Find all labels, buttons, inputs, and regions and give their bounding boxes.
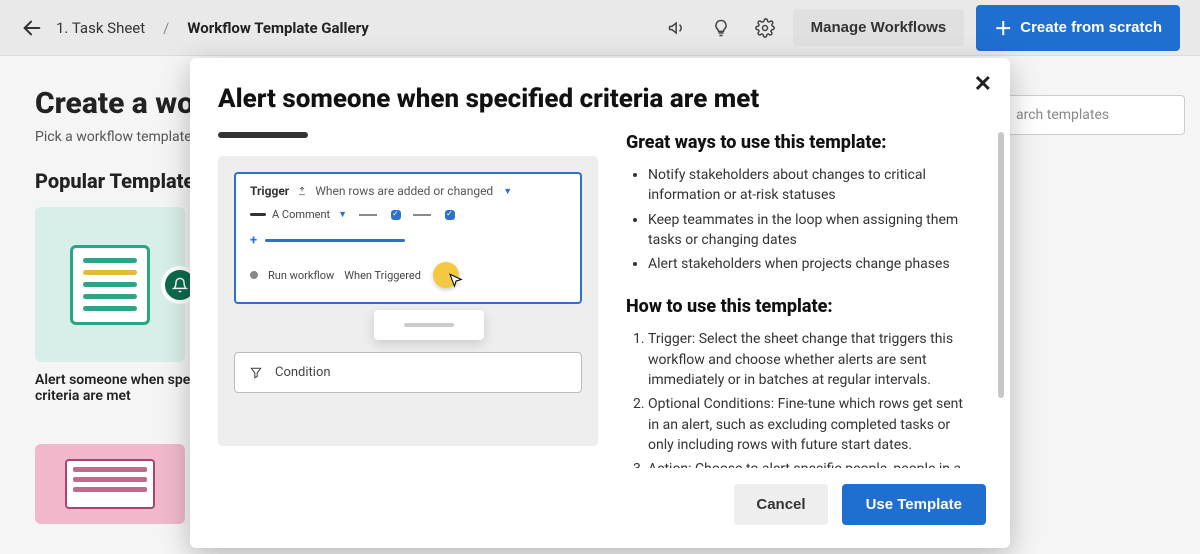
how-to-heading: How to use this template: (626, 296, 968, 317)
trigger-label: Trigger (250, 184, 289, 198)
chevron-down-icon: ▼ (503, 186, 512, 197)
list-item: Action: Choose to alert specific people,… (648, 459, 968, 468)
filter-icon (249, 366, 263, 380)
list-item: Trigger: Select the sheet change that tr… (648, 329, 968, 390)
template-card2-graphic (65, 459, 155, 509)
list-item: Alert stakeholders when projects change … (648, 254, 968, 274)
close-icon[interactable]: ✕ (974, 72, 992, 97)
search-input[interactable]: arch templates (1005, 95, 1185, 135)
checkbox-icon (445, 210, 455, 220)
condition-block: Condition (234, 352, 582, 393)
template-card-alert[interactable] (35, 207, 185, 362)
dropdown-popup (374, 310, 484, 340)
run-workflow-label: Run workflow (268, 269, 334, 282)
gear-icon[interactable] (749, 12, 781, 44)
template-description: Great ways to use this template: Notify … (626, 132, 982, 468)
cursor-highlight-icon (433, 262, 459, 288)
search-placeholder: arch templates (1016, 107, 1109, 123)
megaphone-icon[interactable] (661, 12, 693, 44)
plus-icon: + (250, 233, 257, 248)
list-item: Keep teammates in the loop when assignin… (648, 210, 968, 251)
breadcrumb-item-task-sheet[interactable]: 1. Task Sheet (56, 19, 145, 37)
template-card-secondary[interactable] (35, 444, 185, 524)
lightbulb-icon[interactable] (705, 12, 737, 44)
list-item: Notify stakeholders about changes to cri… (648, 165, 968, 206)
template-card-graphic (70, 245, 150, 325)
scrollbar[interactable] (998, 132, 1004, 398)
great-ways-list: Notify stakeholders about changes to cri… (626, 165, 968, 274)
great-ways-heading: Great ways to use this template: (626, 132, 968, 153)
create-from-scratch-button[interactable]: ＋ Create from scratch (976, 5, 1180, 51)
trigger-block: Trigger When rows are added or changed ▼… (234, 172, 582, 304)
checkbox-icon (391, 210, 401, 220)
manage-workflows-button[interactable]: Manage Workflows (793, 9, 965, 46)
chevron-down-icon: ▼ (338, 209, 347, 220)
create-button-label: Create from scratch (1020, 19, 1162, 36)
condition-label: Condition (275, 365, 331, 380)
use-template-button[interactable]: Use Template (842, 484, 986, 525)
cancel-button[interactable]: Cancel (734, 484, 827, 525)
how-to-list: Trigger: Select the sheet change that tr… (626, 329, 968, 468)
breadcrumb-separator: / (163, 19, 169, 37)
breadcrumb-item-gallery: Workflow Template Gallery (187, 19, 368, 37)
list-item: Optional Conditions: Fine-tune which row… (648, 394, 968, 455)
topbar: 1. Task Sheet / Workflow Template Galler… (0, 0, 1200, 56)
workflow-preview: Trigger When rows are added or changed ▼… (218, 132, 598, 468)
trigger-description: When rows are added or changed (315, 184, 493, 198)
comment-label: A Comment (272, 208, 330, 221)
plus-icon: ＋ (994, 15, 1012, 41)
back-arrow-icon[interactable] (20, 16, 44, 40)
modal-title: Alert someone when specified criteria ar… (218, 84, 982, 114)
template-detail-modal: ✕ Alert someone when specified criteria … (190, 58, 1010, 548)
when-triggered-label: When Triggered (344, 269, 421, 282)
